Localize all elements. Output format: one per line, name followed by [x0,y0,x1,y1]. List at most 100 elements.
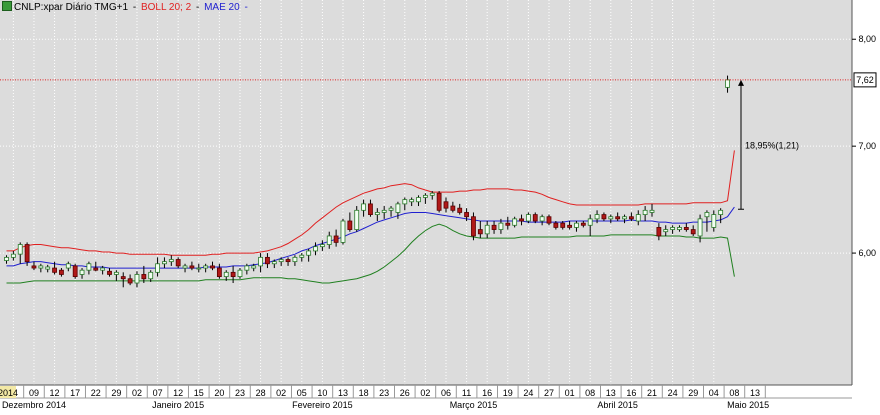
candle-down [436,192,442,211]
boll-label[interactable]: BOLL 20; 2 [141,2,191,13]
candle-up [704,212,710,218]
last-price-label: 7,62 [856,75,874,85]
candle-down [567,224,572,228]
candle-up [512,218,518,226]
candle-up [416,197,421,203]
candle-up [498,222,504,230]
candle-down [265,256,270,265]
x-day-label: 21 [647,388,657,398]
x-day-label: 13 [750,388,760,398]
candle-down [443,201,449,209]
x-day-label: 08 [585,388,595,398]
candle-down [505,222,511,226]
candle-down [285,259,291,263]
candle-up [251,265,257,269]
chart-legend: CNLP:xpar Diário TMG+1 - BOLL 20; 2 - MA… [2,1,250,13]
candle-down [690,229,696,235]
x-day-label: 05 [297,388,307,398]
candle-down [368,203,373,215]
candle-up [718,209,724,215]
candle-up [306,250,312,256]
x-day-label: 01 [565,388,575,398]
x-day-label: 12 [50,388,60,398]
candle-up [697,218,703,237]
candle-up [608,216,614,220]
candle-down [107,270,112,275]
x-day-label: 04 [709,388,719,398]
mae-label[interactable]: MAE 20 [204,2,240,13]
x-day-label: 16 [482,388,492,398]
x-day-label: 17 [70,388,80,398]
x-day-label: 07 [153,388,163,398]
candle-down [31,265,37,269]
x-day-label: 22 [91,388,101,398]
candle-down [580,222,586,226]
candle-down [210,265,215,269]
candle-up [319,244,325,248]
candle-down [52,267,57,273]
plot-area[interactable] [0,0,852,385]
x-month-label: Maio 2015 [727,400,769,410]
x-day-label: 09 [29,388,39,398]
candle-up [155,263,160,273]
candle-up [677,227,682,230]
candle-up [278,259,284,263]
candle-up [244,265,250,271]
x-day-label: 02 [276,388,286,398]
candle-up [182,265,188,269]
candle-up [162,261,167,265]
candle-up [148,271,154,280]
candle-up [635,214,641,222]
x-day-label: 20 [214,388,224,398]
candle-down [127,278,133,284]
x-month-label: Março 2015 [450,400,498,410]
candle-up [409,199,415,203]
x-day-label: 26 [400,388,410,398]
x-day-label: 27 [544,388,554,398]
candle-up [326,235,332,245]
candle-up [429,192,435,196]
candle-up [361,203,366,211]
candle-down [120,276,126,280]
candle-down [24,244,30,263]
candle-down [216,267,222,278]
candle-up [594,214,600,220]
candle-down [141,274,147,280]
x-day-label: 24 [668,388,678,398]
y-tick-label: 8,00 [858,34,876,44]
candle-down [656,227,662,237]
candle-up [354,209,360,230]
candle-down [628,216,634,220]
candle-up [725,79,730,88]
candle-up [422,194,428,198]
candle-up [539,216,545,222]
x-day-label: 23 [235,388,245,398]
candlestick-chart[interactable]: 18,95%(1,21) 8,00 7,00 6,00 7,62 2014 09 12 17… [0,0,880,410]
x-day-label: 13 [338,388,348,398]
candle-up [196,267,202,270]
symbol-label[interactable]: CNLP:xpar Diário TMG+1 [14,2,128,13]
candle-down [615,216,621,220]
candle-up [574,222,579,228]
change-annotation: 18,95%(1,21) [745,141,799,151]
x-month-label: Dezembro 2014 [2,400,66,410]
candle-down [519,218,524,222]
candle-down [333,235,339,243]
candle-up [313,246,318,252]
x-day-label: 23 [379,388,389,398]
candle-down [457,207,463,213]
candle-down [93,267,99,271]
candle-up [203,265,209,269]
candle-up [587,218,593,226]
candle-up [86,263,92,271]
x-axis: 2014 09 12 17 22 29 02 07 12 15 20 23 28 02 05 10 13 18 23… [0,384,880,410]
x-day-label: 13 [606,388,616,398]
x-day-label: 08 [729,388,739,398]
candle-down [471,216,476,237]
x-day-label: 29 [111,388,121,398]
candle-down [560,222,566,228]
candle-up [10,253,16,258]
x-day-label: 18 [359,388,369,398]
candle-up [4,256,9,261]
candle-down [683,227,689,230]
